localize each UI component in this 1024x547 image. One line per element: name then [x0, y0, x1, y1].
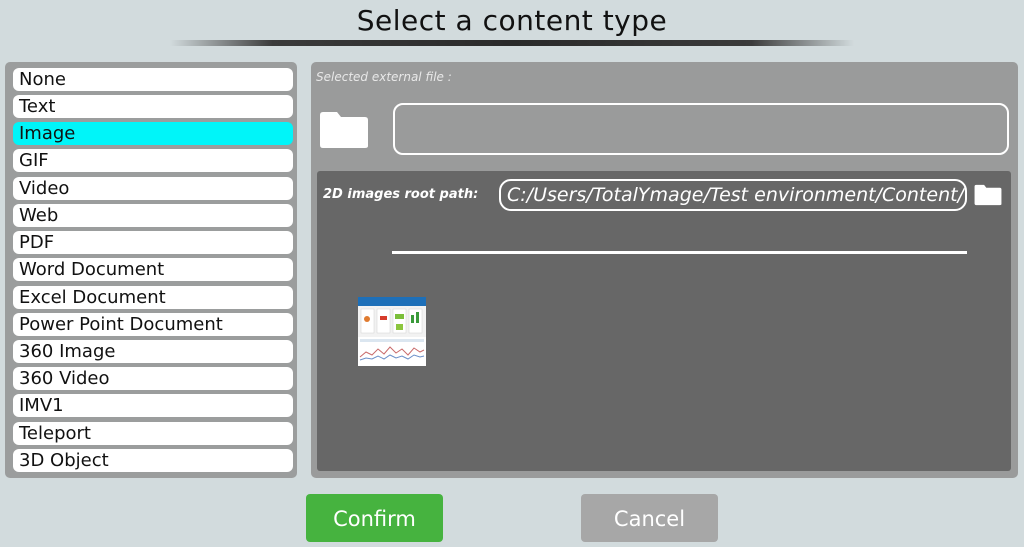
content-type-item[interactable]: Text	[13, 95, 293, 118]
content-type-item[interactable]: Word Document	[13, 258, 293, 281]
folder-icon[interactable]	[319, 111, 369, 149]
content-type-list: None Text Image GIF Video Web PDF Word D…	[5, 62, 297, 478]
title-underline	[170, 40, 854, 46]
images-root-label: 2D images root path:	[323, 187, 479, 202]
images-root-path-field[interactable]: C:/Users/TotalYmage/Test environment/Con…	[499, 179, 967, 211]
divider	[392, 251, 967, 254]
cancel-button[interactable]: Cancel	[581, 494, 718, 542]
content-type-item[interactable]: 360 Image	[13, 340, 293, 363]
content-settings-panel: Selected external file : 2D images root …	[311, 62, 1018, 478]
content-type-item[interactable]: IMV1	[13, 394, 293, 417]
confirm-button[interactable]: Confirm	[306, 494, 443, 542]
content-type-item[interactable]: 360 Video	[13, 367, 293, 390]
content-type-item[interactable]: Excel Document	[13, 286, 293, 309]
images-root-panel: 2D images root path: C:/Users/TotalYmage…	[317, 171, 1011, 471]
content-type-item[interactable]: Web	[13, 204, 293, 227]
content-type-item[interactable]: GIF	[13, 149, 293, 172]
content-type-item[interactable]: Power Point Document	[13, 313, 293, 336]
content-type-item[interactable]: Video	[13, 177, 293, 200]
dialog-title: Select a content type	[356, 4, 668, 37]
image-thumbnail[interactable]	[358, 297, 426, 366]
content-type-item[interactable]: None	[13, 68, 293, 91]
folder-icon[interactable]	[974, 184, 1002, 206]
content-type-item[interactable]: Teleport	[13, 422, 293, 445]
content-type-item[interactable]: 3D Object	[13, 449, 293, 472]
external-file-field[interactable]	[393, 103, 1009, 155]
content-type-item[interactable]: Image	[13, 122, 293, 145]
content-type-item[interactable]: PDF	[13, 231, 293, 254]
external-file-label: Selected external file :	[316, 70, 452, 84]
